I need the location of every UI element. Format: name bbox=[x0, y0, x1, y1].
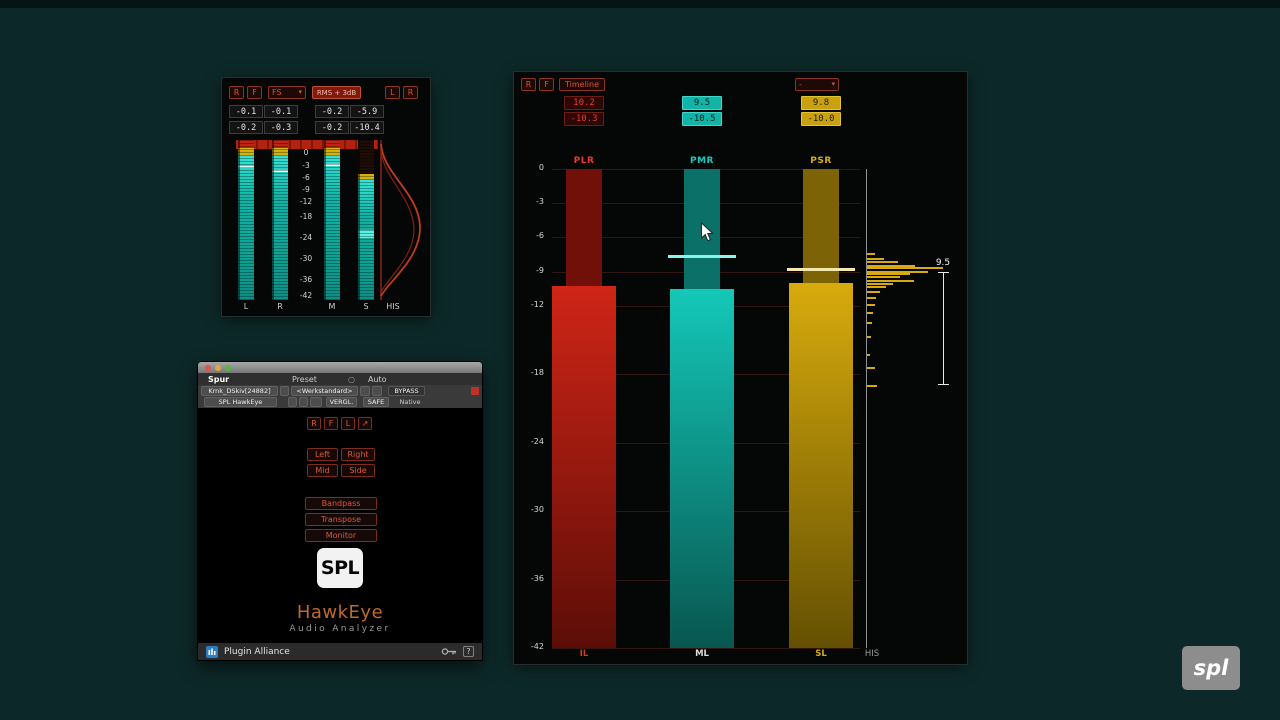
mid-channel-button[interactable]: Mid bbox=[307, 464, 338, 477]
right-channel-button[interactable]: Right bbox=[341, 448, 375, 461]
diagonal-arrow-icon: ↗ bbox=[361, 419, 369, 428]
hawkeye-freeze-button[interactable]: F bbox=[324, 417, 338, 430]
channel-label-his: HIS bbox=[386, 302, 400, 311]
channel-label-m: M bbox=[328, 302, 336, 311]
compare-indicator-icon: ○ bbox=[348, 375, 355, 384]
db-scale-label: 0 bbox=[538, 163, 544, 172]
db-scale-label: -9 bbox=[536, 265, 544, 275]
close-button[interactable] bbox=[205, 364, 211, 371]
track-selector[interactable]: Krnk_DSkiv[24882] bbox=[201, 386, 278, 396]
safe-button[interactable]: SAFE bbox=[363, 397, 389, 407]
db-scale-label: 0 bbox=[303, 148, 309, 157]
db-scale-label: -30 bbox=[299, 254, 313, 263]
histogram-curve bbox=[380, 140, 421, 300]
ml-label: ML bbox=[695, 649, 709, 659]
librarian-button[interactable] bbox=[280, 386, 289, 396]
db-scale-label: -18 bbox=[530, 368, 544, 378]
plugin-alliance-label: Plugin Alliance bbox=[224, 646, 290, 657]
channel-label-s: S bbox=[363, 302, 369, 311]
db-scale-label: -30 bbox=[530, 505, 544, 515]
hawkeye-link-button[interactable]: L bbox=[341, 417, 355, 430]
preset-prev-button[interactable] bbox=[360, 386, 370, 396]
top-shade bbox=[0, 0, 1280, 8]
plugin-header-row3: SPL HawkEye VERGL. SAFE Native bbox=[198, 396, 482, 408]
db-scale-label: -36 bbox=[299, 275, 313, 284]
plugin-alliance-icon bbox=[206, 645, 218, 658]
plugin-footer: Plugin Alliance ? bbox=[198, 643, 482, 660]
db-scale-label: -24 bbox=[299, 233, 313, 242]
left-channel-button[interactable]: Left bbox=[307, 448, 338, 461]
zoom-button[interactable] bbox=[225, 364, 231, 371]
db-scale-label: -24 bbox=[530, 436, 544, 446]
track-title: Spur bbox=[208, 375, 230, 384]
monitor-button[interactable]: Monitor bbox=[305, 529, 377, 542]
channel-label-l: L bbox=[243, 302, 249, 311]
db-scale-label: -12 bbox=[299, 197, 313, 206]
db-scale-label: -36 bbox=[530, 573, 544, 583]
db-scale-label: -42 bbox=[530, 642, 544, 651]
db-scale-label: -3 bbox=[302, 161, 310, 170]
il-label: IL bbox=[579, 649, 589, 659]
header-icon-button-2[interactable] bbox=[299, 397, 308, 407]
db-scale-label: -9 bbox=[302, 185, 310, 194]
target-button[interactable] bbox=[471, 386, 479, 395]
psr-column-header: PSR bbox=[810, 156, 832, 166]
db-scale-label: -6 bbox=[302, 173, 310, 182]
spl-watermark: spl bbox=[1182, 646, 1240, 690]
main-analyzer-panel: 0 -3 -6 -9 -12 -18 -24 -30 -36 -42 R F Timeline -… bbox=[514, 72, 967, 664]
bypass-button[interactable]: BYPASS bbox=[388, 386, 425, 396]
db-scale-label: -42 bbox=[299, 291, 313, 300]
db-scale-label: -3 bbox=[536, 197, 544, 207]
header-icon-button-3[interactable] bbox=[310, 397, 322, 407]
plugin-header-row1: Spur Preset ○ Auto bbox=[198, 373, 482, 385]
header-icon-button-1[interactable] bbox=[288, 397, 297, 407]
db-scale-label: -6 bbox=[536, 231, 544, 241]
spl-watermark-text: spl bbox=[1193, 656, 1229, 680]
side-channel-button[interactable]: Side bbox=[341, 464, 375, 477]
mini-meter-panel: R F FS ▾ RMS + 3dB L R -0.1 -0.1 -0.2 -5… bbox=[222, 78, 430, 316]
spl-logo: SPL bbox=[317, 548, 363, 588]
license-key-icon[interactable] bbox=[441, 647, 457, 656]
db-scale-label: -12 bbox=[530, 299, 544, 309]
compare-button[interactable]: VERGL. bbox=[326, 397, 357, 407]
preset-menu-label[interactable]: Preset bbox=[292, 375, 317, 384]
minimize-button[interactable] bbox=[215, 364, 221, 371]
plugin-header-row2: Krnk_DSkiv[24882] <Werkstandard> BYPASS bbox=[198, 385, 482, 396]
hawkeye-reset-button[interactable]: R bbox=[307, 417, 321, 430]
his-label: HIS bbox=[864, 649, 880, 659]
bandpass-button[interactable]: Bandpass bbox=[305, 497, 377, 510]
pmr-column-header: PMR bbox=[690, 156, 714, 166]
product-name: HawkEye bbox=[296, 602, 384, 623]
channel-label-r: R bbox=[277, 302, 283, 311]
plugin-window: Spur Preset ○ Auto Krnk_DSkiv[24882] <We… bbox=[198, 362, 482, 660]
plr-column-header: PLR bbox=[573, 156, 595, 166]
auto-menu-label[interactable]: Auto bbox=[368, 375, 387, 384]
window-titlebar[interactable] bbox=[198, 362, 482, 373]
plugin-selector[interactable]: SPL HawkEye bbox=[204, 397, 277, 407]
mouse-cursor bbox=[701, 222, 714, 242]
transpose-button[interactable]: Transpose bbox=[305, 513, 377, 526]
preset-next-button[interactable] bbox=[372, 386, 382, 396]
product-subtitle: Audio Analyzer bbox=[289, 624, 391, 634]
format-label: Native bbox=[399, 398, 421, 406]
preset-selector[interactable]: <Werkstandard> bbox=[291, 386, 358, 396]
help-button[interactable]: ? bbox=[463, 646, 474, 657]
spl-logo-text: SPL bbox=[320, 557, 360, 579]
db-scale-label: -18 bbox=[299, 212, 313, 221]
sl-label: SL bbox=[815, 649, 827, 659]
hawkeye-route-button[interactable]: ↗ bbox=[358, 417, 372, 430]
